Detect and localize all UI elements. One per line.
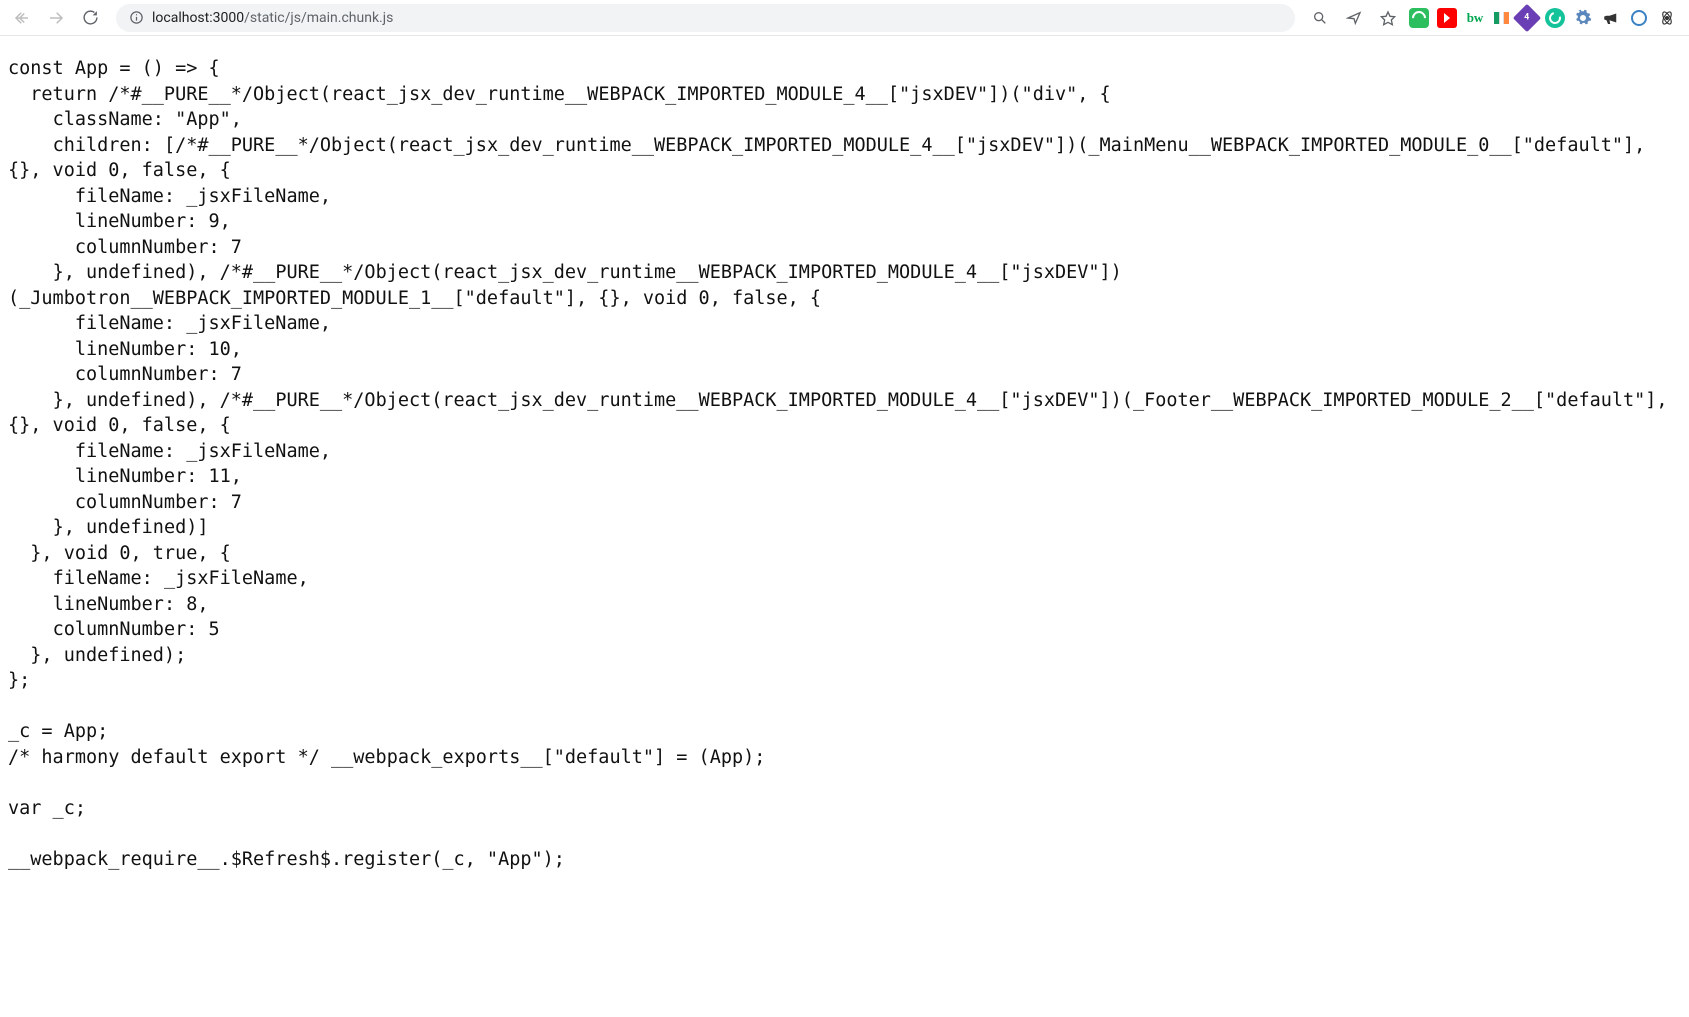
circle-icon [1631,10,1647,26]
extension-youtube-icon[interactable] [1437,8,1457,28]
extension-bw-label: bw [1467,10,1484,26]
url-host: localhost:3000 [152,10,244,26]
address-bar[interactable]: localhost:3000/static/js/main.chunk.js [116,4,1295,32]
url-path: /static/js/main.chunk.js [244,10,393,26]
extension-grammarly-icon[interactable] [1545,8,1565,28]
zoom-button[interactable] [1307,5,1333,31]
site-info-button[interactable] [128,10,144,26]
extension-raven-icon[interactable] [1601,8,1621,28]
star-icon [1380,10,1396,26]
browser-toolbar: localhost:3000/static/js/main.chunk.js b… [0,0,1689,36]
back-button[interactable] [8,4,36,32]
extension-devtools-icon[interactable] [1657,8,1677,28]
gear-icon [1574,9,1592,27]
bug-icon [1658,9,1676,27]
page-content: const App = () => { return /*#__PURE__*/… [0,36,1689,880]
forward-button[interactable] [42,4,70,32]
extension-bw-icon[interactable]: bw [1465,8,1485,28]
arrow-right-icon [47,9,65,27]
extension-flag-icon[interactable] [1493,12,1509,24]
extension-settings-icon[interactable] [1573,8,1593,28]
send-tab-button[interactable] [1341,5,1367,31]
magnifier-icon [1312,10,1328,26]
url-text: localhost:3000/static/js/main.chunk.js [152,4,393,32]
send-icon [1346,10,1362,26]
info-icon [129,10,144,25]
reload-button[interactable] [76,4,104,32]
reload-icon [82,9,99,26]
source-code[interactable]: const App = () => { return /*#__PURE__*/… [8,56,1681,872]
extension-evernote-icon[interactable] [1409,8,1429,28]
extension-purple-badge: 4 [1524,12,1529,22]
toolbar-actions: bw 4 [1307,5,1681,31]
extension-circle-icon[interactable] [1629,8,1649,28]
bookmark-button[interactable] [1375,5,1401,31]
extension-purple-icon[interactable]: 4 [1513,3,1541,31]
megaphone-icon [1602,9,1620,27]
